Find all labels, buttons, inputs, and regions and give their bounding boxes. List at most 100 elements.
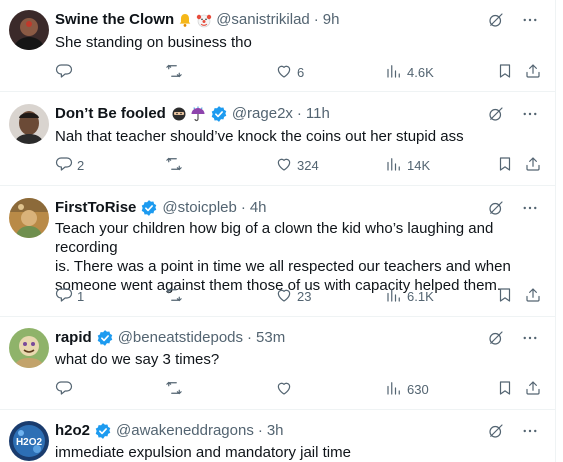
grok-icon[interactable] xyxy=(487,11,505,29)
user-handle[interactable]: @stoicpleb xyxy=(162,198,236,218)
views-icon xyxy=(385,62,403,83)
share-button[interactable] xyxy=(524,62,542,82)
views-button[interactable]: 6.1K xyxy=(385,286,434,306)
bookmark-icon xyxy=(496,155,514,176)
retweet-button[interactable] xyxy=(165,286,187,306)
share-icon xyxy=(524,379,542,400)
tweet-text: immediate expulsion and mandatory jail t… xyxy=(55,444,351,461)
timestamp[interactable]: 53m xyxy=(256,328,285,348)
views-icon xyxy=(385,155,403,176)
views-count: 630 xyxy=(407,381,429,397)
like-count: 23 xyxy=(297,288,312,304)
share-icon xyxy=(524,62,542,83)
more-options-icon[interactable] xyxy=(521,199,539,217)
more-options-icon[interactable] xyxy=(521,105,539,123)
retweet-button[interactable] xyxy=(165,379,187,399)
display-name[interactable]: FirstToRise xyxy=(55,198,136,218)
separator-dot: · xyxy=(240,199,246,216)
reply-tweet[interactable]: rapid @beneatstidepods · 53m what do we … xyxy=(0,317,556,410)
views-icon xyxy=(385,379,403,400)
reply-tweet[interactable]: Swine the Clown @sanistrikilad · 9h She … xyxy=(0,0,556,92)
display-name[interactable]: rapid xyxy=(55,328,92,348)
bookmark-button[interactable] xyxy=(496,155,514,175)
tweet-text-line: is. There was a point in time we all res… xyxy=(55,258,511,275)
like-button[interactable]: 6 xyxy=(275,62,304,82)
avatar[interactable] xyxy=(9,104,49,144)
avatar[interactable] xyxy=(9,198,49,238)
timestamp[interactable]: 3h xyxy=(267,421,284,441)
views-button[interactable]: 4.6K xyxy=(385,62,434,82)
grok-icon[interactable] xyxy=(487,422,505,440)
more-options-icon[interactable] xyxy=(521,422,539,440)
retweet-button[interactable] xyxy=(165,62,187,82)
share-button[interactable] xyxy=(524,379,542,399)
bookmark-button[interactable] xyxy=(496,286,514,306)
grok-icon[interactable] xyxy=(487,329,505,347)
views-button[interactable]: 14K xyxy=(385,155,430,175)
user-handle[interactable]: @beneatstidepods xyxy=(118,328,243,348)
bookmark-icon xyxy=(496,286,514,307)
user-handle[interactable]: @rage2x xyxy=(232,104,293,124)
more-options-icon[interactable] xyxy=(521,11,539,29)
tweet-text: Teach your children how big of a clown t… xyxy=(55,219,545,295)
share-button[interactable] xyxy=(524,286,542,306)
reply-count: 1 xyxy=(77,288,85,304)
reply-icon xyxy=(55,379,73,400)
reply-button[interactable]: 1 xyxy=(55,286,84,306)
bookmark-button[interactable] xyxy=(496,379,514,399)
bell-emoji xyxy=(177,12,193,28)
retweet-icon xyxy=(165,155,183,176)
reply-icon xyxy=(55,155,73,176)
reply-icon xyxy=(55,286,73,307)
avatar[interactable] xyxy=(9,10,49,50)
views-count: 14K xyxy=(407,157,431,173)
like-button[interactable]: 23 xyxy=(275,286,311,306)
reply-tweet[interactable]: FirstToRise @stoicpleb · 4h Teach your c… xyxy=(0,186,556,317)
timestamp[interactable]: 9h xyxy=(323,10,340,30)
heart-icon xyxy=(275,62,293,83)
share-icon xyxy=(524,286,542,307)
grok-icon[interactable] xyxy=(487,199,505,217)
reply-tweet[interactable]: Don’t Be fooled @rage2x · 11h Nah that t… xyxy=(0,92,556,186)
retweet-button[interactable] xyxy=(165,155,187,175)
separator-dot: · xyxy=(247,329,253,346)
timestamp[interactable]: 4h xyxy=(250,198,267,218)
display-name[interactable]: h2o2 xyxy=(55,421,90,441)
user-handle[interactable]: @sanistrikilad xyxy=(216,10,310,30)
views-icon xyxy=(385,286,403,307)
timestamp[interactable]: 11h xyxy=(306,104,330,124)
retweet-icon xyxy=(165,286,183,307)
avatar-text: H2O2 xyxy=(16,437,43,448)
grok-icon[interactable] xyxy=(487,105,505,123)
avatar[interactable] xyxy=(9,328,49,368)
share-button[interactable] xyxy=(524,155,542,175)
reply-tweet[interactable]: H2O2 h2o2 @awakeneddragons · 3h immediat… xyxy=(0,410,556,462)
reply-button[interactable]: 2 xyxy=(55,155,84,175)
tweet-text: Nah that teacher should’ve knock the coi… xyxy=(55,128,464,145)
user-handle[interactable]: @awakeneddragons xyxy=(116,421,254,441)
display-name[interactable]: Swine the Clown xyxy=(55,10,174,30)
clown-emoji xyxy=(196,12,212,28)
avatar[interactable]: H2O2 xyxy=(9,421,49,461)
bookmark-button[interactable] xyxy=(496,62,514,82)
more-options-icon[interactable] xyxy=(521,329,539,347)
reply-count: 2 xyxy=(77,157,85,173)
reply-button[interactable] xyxy=(55,62,77,82)
separator-dot: · xyxy=(296,105,302,122)
like-button[interactable] xyxy=(275,379,297,399)
tweet-text: what do we say 3 times? xyxy=(55,351,220,368)
reply-button[interactable] xyxy=(55,379,77,399)
views-button[interactable]: 630 xyxy=(385,379,429,399)
share-icon xyxy=(524,155,542,176)
retweet-icon xyxy=(165,379,183,400)
verified-badge-icon xyxy=(140,199,158,217)
bookmark-icon xyxy=(496,379,514,400)
display-name[interactable]: Don’t Be fooled xyxy=(55,104,166,124)
like-button[interactable]: 324 xyxy=(275,155,319,175)
verified-badge-icon xyxy=(96,329,114,347)
verified-badge-icon xyxy=(210,105,228,123)
views-count: 4.6K xyxy=(407,64,434,80)
umbrella-emoji xyxy=(190,106,206,122)
verified-badge-icon xyxy=(94,422,112,440)
tweet-text: She standing on business tho xyxy=(55,34,252,51)
